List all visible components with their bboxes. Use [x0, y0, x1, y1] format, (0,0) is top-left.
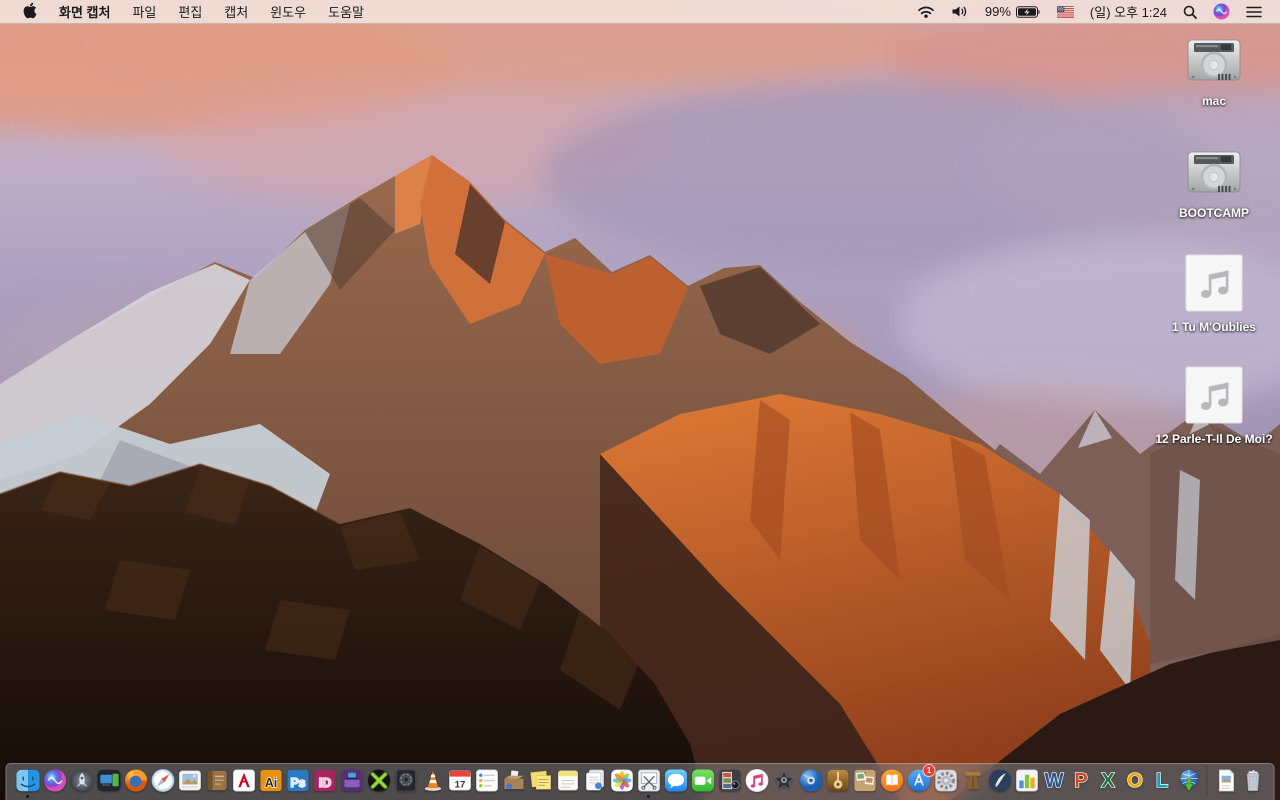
menu-app-name[interactable]: 화면 캡처 — [48, 0, 121, 23]
dock-icon-disktool[interactable] — [393, 768, 419, 796]
dock-icon-ibooks[interactable] — [879, 768, 905, 796]
apple-icon — [23, 2, 37, 22]
wifi-icon[interactable] — [909, 0, 943, 23]
dock-icon-garageband[interactable] — [825, 768, 851, 796]
volume-icon[interactable] — [943, 0, 977, 23]
dock-icon-toast[interactable] — [339, 768, 365, 796]
dock-icon-itunes[interactable] — [744, 768, 770, 796]
desktop-icon-label: BOOTCAMP — [1179, 206, 1249, 220]
dock-icon-firefox[interactable] — [123, 768, 149, 796]
battery-percent: 99% — [984, 4, 1011, 19]
dock-icon-notes[interactable] — [555, 768, 581, 796]
dock-icon-boxapp[interactable] — [501, 768, 527, 796]
battery-icon — [1015, 5, 1041, 18]
audio-file-icon — [1185, 366, 1243, 429]
dock-icon-officeletter[interactable]: L — [1149, 768, 1175, 796]
dock-icon-officeletter[interactable]: W — [1041, 768, 1067, 796]
menu-window[interactable]: 윈도우 — [259, 0, 317, 23]
svg-text:O: O — [1127, 770, 1143, 792]
desktop-icon-label: 12 Parle-T-Il De Moi? — [1155, 432, 1273, 446]
desktop-icon-audio[interactable]: 1 Tu M'Oublies — [1154, 254, 1274, 336]
running-indicator-dot — [26, 795, 29, 798]
hard-drive-icon — [1185, 36, 1243, 91]
svg-text:17: 17 — [454, 780, 465, 791]
dock-separator — [1206, 766, 1208, 796]
dock-icon-photos[interactable] — [609, 768, 635, 796]
notification-center-icon[interactable] — [1238, 0, 1270, 23]
dock-icon-messages[interactable] — [663, 768, 689, 796]
hard-drive-icon — [1185, 148, 1243, 203]
dock-items: Ai Ps ID 17 1 W P X O L — [15, 765, 1202, 798]
dock-icon-officeletter[interactable]: O — [1122, 768, 1148, 796]
dock-icon-idvd[interactable] — [798, 768, 824, 796]
dock-icon-numbers09[interactable] — [1014, 768, 1040, 796]
dock-icon-facetime[interactable] — [690, 768, 716, 796]
dock-icon-trash[interactable] — [1240, 768, 1266, 796]
svg-text:ID: ID — [318, 776, 331, 790]
menu-capture[interactable]: 캡처 — [213, 0, 259, 23]
dock-icon-finder[interactable] — [15, 768, 41, 798]
dock-icon-docfile[interactable] — [1213, 768, 1239, 796]
menu-help[interactable]: 도움말 — [317, 0, 375, 23]
dock-icon-preview[interactable] — [177, 768, 203, 796]
input-source-flag[interactable] — [1049, 0, 1082, 23]
dock: Ai Ps ID 17 1 W P X O L — [5, 763, 1275, 800]
audio-file-icon — [1185, 254, 1243, 317]
dock-icon-addressbook[interactable] — [204, 768, 230, 796]
menu-file[interactable]: 파일 — [121, 0, 167, 23]
menu-bar-left: 화면 캡처 파일 편집 캡처 윈도우 도움말 — [0, 0, 375, 23]
svg-text:Ps: Ps — [290, 776, 305, 790]
menu-edit[interactable]: 편집 — [167, 0, 213, 23]
svg-text:X: X — [1101, 770, 1115, 792]
dock-icon-reminders[interactable] — [474, 768, 500, 796]
menu-bar: 화면 캡처 파일 편집 캡처 윈도우 도움말 99% (일) 오후 1:24 — [0, 0, 1280, 24]
dock-right-items — [1213, 768, 1266, 796]
menu-bar-status: 99% (일) 오후 1:24 — [909, 0, 1280, 23]
desktop-icon-label: mac — [1201, 94, 1227, 108]
desktop-icon-label: 1 Tu M'Oublies — [1172, 320, 1256, 334]
dock-icon-sysprefs[interactable] — [933, 768, 959, 796]
dock-icon-screensapp[interactable] — [96, 768, 122, 796]
menu-bar-clock[interactable]: (일) 오후 1:24 — [1082, 0, 1175, 23]
desktop-icon-audio[interactable]: 12 Parle-T-Il De Moi? — [1154, 366, 1274, 448]
svg-text:P: P — [1074, 770, 1087, 792]
dock-icon-photobooth[interactable] — [717, 768, 743, 796]
dock-icon-docsapp[interactable] — [582, 768, 608, 796]
search-icon[interactable] — [1175, 0, 1205, 23]
dock-icon-siri[interactable] — [42, 768, 68, 796]
siri-icon[interactable] — [1205, 0, 1238, 23]
dock-icon-stickies[interactable] — [528, 768, 554, 796]
dock-icon-globedl[interactable] — [1176, 768, 1202, 796]
dock-icon-appstore[interactable]: 1 — [906, 765, 935, 796]
apple-menu[interactable] — [12, 0, 48, 23]
dock-icon-imovie[interactable] — [771, 768, 797, 796]
dock-icon-safari[interactable] — [150, 768, 176, 796]
dock-icon-collage[interactable] — [852, 768, 878, 796]
dock-icon-illustrator[interactable]: Ai — [258, 768, 284, 796]
dock-icon-indesign[interactable]: ID — [312, 768, 338, 796]
dock-icon-pages09[interactable] — [987, 768, 1013, 796]
battery-indicator[interactable]: 99% — [977, 0, 1049, 23]
svg-text:Ai: Ai — [264, 776, 277, 790]
desktop-icon-drive[interactable]: BOOTCAMP — [1154, 148, 1274, 222]
dock-icon-xee[interactable] — [366, 768, 392, 796]
dock-icon-keynote09[interactable] — [960, 768, 986, 796]
dock-icon-acrobat[interactable] — [231, 768, 257, 796]
dock-icon-photoshop[interactable]: Ps — [285, 768, 311, 796]
dock-icon-officeletter[interactable]: X — [1095, 768, 1121, 796]
svg-text:L: L — [1155, 770, 1167, 792]
dock-icon-vlc[interactable] — [420, 768, 446, 796]
dock-icon-grab[interactable] — [636, 768, 662, 798]
dock-icon-officeletter[interactable]: P — [1068, 768, 1094, 796]
dock-icon-launchpad[interactable] — [69, 768, 95, 796]
running-indicator-dot — [647, 795, 650, 798]
svg-text:W: W — [1044, 770, 1064, 792]
desktop-wallpaper — [0, 0, 1280, 800]
desktop-icon-drive[interactable]: mac — [1154, 36, 1274, 110]
dock-icon-calendar[interactable]: 17 — [447, 768, 473, 796]
